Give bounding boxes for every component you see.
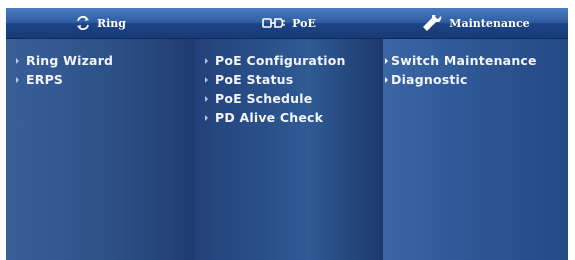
menu-item-switch-maintenance[interactable]: Switch Maintenance — [383, 51, 568, 70]
bullet-arrow-icon — [16, 57, 19, 64]
ring-menu-column: Ring Ring Wizard ERPS — [6, 8, 195, 260]
menu-item-label: Switch Maintenance — [391, 53, 537, 68]
menu-item-pd-alive-check[interactable]: PD Alive Check — [195, 108, 383, 127]
ring-menu-title: Ring — [96, 16, 126, 30]
poe-menu-column: PoE PoE Configuration PoE Status PoE Sch… — [195, 8, 383, 260]
menu-item-label: PD Alive Check — [215, 110, 324, 125]
wrench-icon — [421, 15, 443, 31]
menu-item-label: ERPS — [26, 72, 64, 87]
menu-item-diagnostic[interactable]: Diagnostic — [383, 70, 568, 89]
menu-item-erps[interactable]: ERPS — [6, 70, 195, 89]
menu-item-label: PoE Schedule — [215, 91, 313, 106]
bullet-arrow-icon — [16, 76, 19, 83]
menu-item-label: PoE Configuration — [215, 53, 346, 68]
dropdown-menu-panel: Ring Ring Wizard ERPS PoE PoE Configurat… — [0, 0, 575, 260]
menu-item-poe-schedule[interactable]: PoE Schedule — [195, 89, 383, 108]
poe-plug-icon — [262, 16, 286, 30]
poe-menu-title: PoE — [292, 16, 316, 30]
menu-item-label: PoE Status — [215, 72, 294, 87]
ring-icon — [75, 16, 91, 30]
poe-menu-header[interactable]: PoE — [195, 8, 383, 39]
bullet-arrow-icon — [205, 76, 208, 83]
bullet-arrow-icon — [385, 57, 388, 64]
bullet-arrow-icon — [205, 95, 208, 102]
maintenance-menu-title: Maintenance — [449, 16, 530, 30]
menu-item-poe-configuration[interactable]: PoE Configuration — [195, 51, 383, 70]
menu-item-ring-wizard[interactable]: Ring Wizard — [6, 51, 195, 70]
menu-item-poe-status[interactable]: PoE Status — [195, 70, 383, 89]
menu-item-label: Ring Wizard — [26, 53, 114, 68]
maintenance-menu-column: Maintenance Switch Maintenance Diagnosti… — [383, 8, 568, 260]
bullet-arrow-icon — [385, 76, 388, 83]
menu-item-label: Diagnostic — [391, 72, 468, 87]
ring-menu-header[interactable]: Ring — [6, 8, 195, 39]
bullet-arrow-icon — [205, 114, 208, 121]
maintenance-menu-header[interactable]: Maintenance — [383, 8, 568, 39]
bullet-arrow-icon — [205, 57, 208, 64]
